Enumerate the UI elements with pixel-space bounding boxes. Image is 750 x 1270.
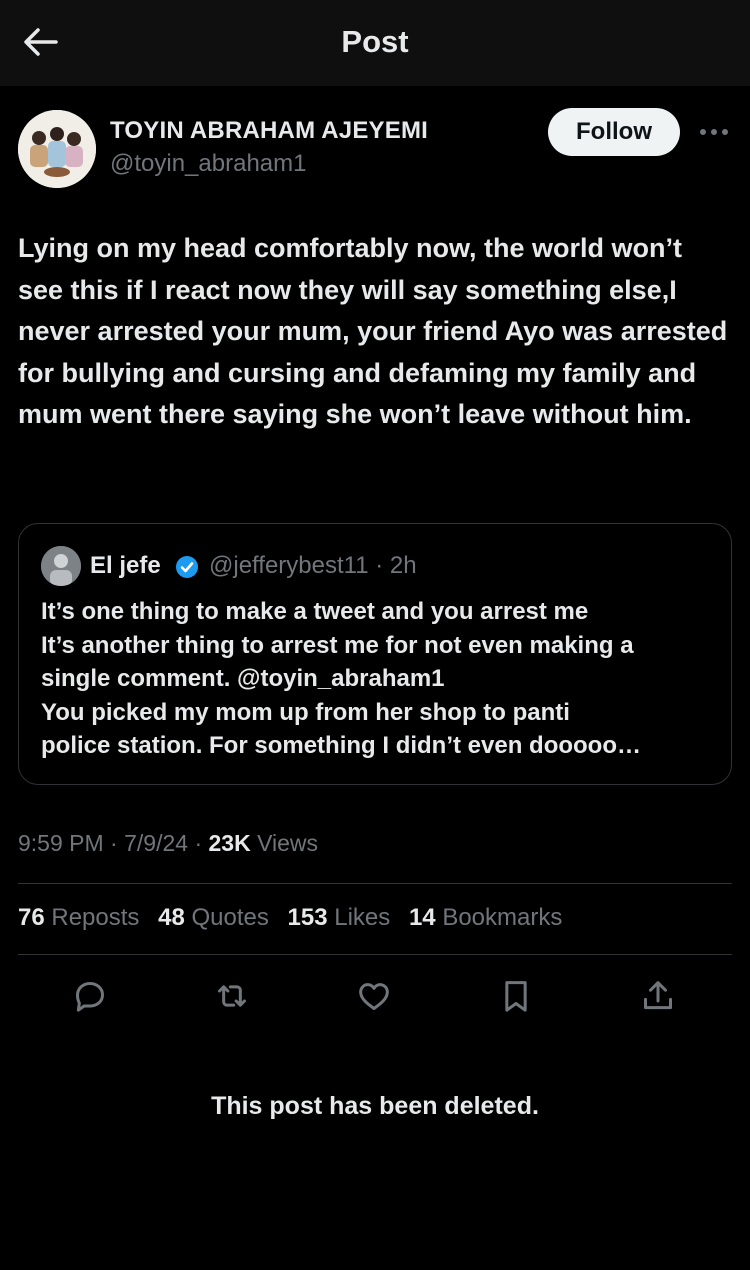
post-meta: 9:59 PM · 7/9/24 · 23K Views [18,830,319,856]
quoted-meta: @jefferybest11 · 2h [209,552,417,579]
share-icon [644,981,672,1010]
post-date: 7/9/24 [124,830,189,856]
like-button[interactable] [352,974,396,1018]
bookmarks-stat[interactable]: 14 Bookmarks [409,904,562,932]
reply-icon [76,982,104,1012]
reply-button[interactable] [68,974,112,1018]
likes-stat[interactable]: 153 Likes [288,904,391,932]
author-name[interactable]: TOYIN ABRAHAM AJEYEMI [110,117,428,145]
more-options-button[interactable] [696,118,732,146]
quoted-text-line: It’s another thing to arrest me for not … [41,631,634,659]
post-text: Lying on my head comfortably now, the wo… [18,233,728,430]
author-avatar[interactable] [18,110,96,188]
divider [18,954,732,955]
share-button[interactable] [636,974,680,1018]
divider [18,883,732,884]
repost-icon [218,985,246,1007]
top-bar: Post [0,0,750,86]
quoted-text-line: It’s one thing to make a tweet and you a… [41,598,589,625]
quoted-post-age: 2h [389,552,417,579]
reposts-stat[interactable]: 76 Reposts [18,904,139,932]
like-icon [359,983,389,1010]
quotes-stat[interactable]: 48 Quotes [158,904,269,932]
bookmark-button[interactable] [494,974,538,1018]
quoted-author-avatar [41,546,81,586]
post-time: 9:59 PM [18,830,104,856]
verified-badge-icon [176,556,198,578]
repost-button[interactable] [210,974,254,1018]
avatar-photo [18,110,96,188]
quoted-author-name: El jefe [90,552,161,579]
quoted-text-line: single comment. @toyin_abraham1 [41,665,445,692]
bookmark-icon [505,981,527,1012]
quoted-text: It’s one thing to make a tweet and you a… [41,595,717,763]
follow-button[interactable]: Follow [548,108,680,156]
quoted-text-line: You picked my mom up from her shop to pa… [41,698,570,726]
quoted-text-line: police station. For something I didn’t e… [41,732,641,759]
views-count: 23K [208,830,251,856]
views-label: Views [257,830,319,856]
author-handle[interactable]: @toyin_abraham1 [110,150,306,178]
engagement-stats: 76 Reposts 48 Quotes 153 Likes 14 Bookma… [18,904,574,932]
deleted-notice: This post has been deleted. [211,1092,539,1120]
page-title: Post [341,24,409,59]
quoted-author-handle: @jefferybest11 [209,552,369,579]
more-dots-icon [700,129,728,135]
quoted-avatar-photo [41,546,81,586]
quoted-post[interactable]: El jefe @jefferybest11 · 2h It’s one thi… [18,523,732,785]
